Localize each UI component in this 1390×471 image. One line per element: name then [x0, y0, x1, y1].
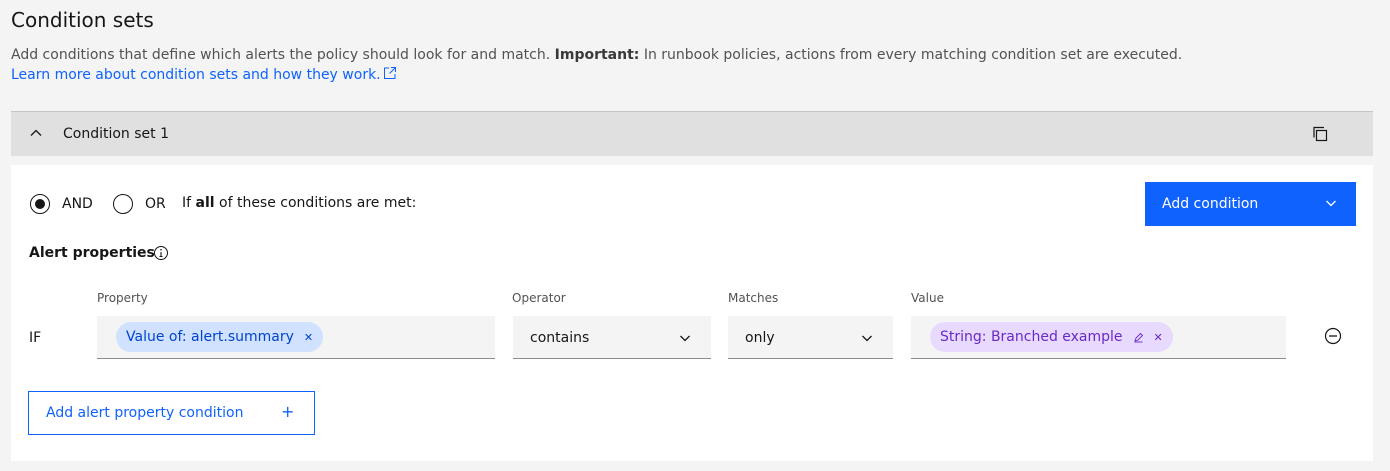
- or-radio-label: OR: [145, 196, 166, 212]
- property-tag: Value of: alert.summary ✕: [116, 322, 324, 352]
- and-radio-circle[interactable]: [30, 194, 50, 214]
- important-label: Important:: [554, 47, 640, 63]
- chevron-down-icon: [862, 335, 872, 342]
- matches-column-label: Matches: [728, 291, 779, 305]
- add-property-label: Add alert property condition: [46, 405, 244, 421]
- if-label: IF: [29, 330, 42, 346]
- or-radio-circle[interactable]: [113, 194, 133, 214]
- value-tag-text: String: Branched example: [940, 329, 1123, 345]
- operator-select[interactable]: contains: [513, 316, 711, 359]
- condition-set-name: Condition set 1: [63, 126, 170, 142]
- chevron-down-icon: [680, 335, 690, 342]
- property-field[interactable]: Value of: alert.summary ✕: [97, 316, 495, 359]
- logic-description: If all of these conditions are met:: [182, 193, 416, 213]
- edit-icon[interactable]: [1133, 332, 1144, 343]
- important-text: In runbook policies, actions from every …: [643, 47, 1183, 63]
- learn-more-text[interactable]: Learn more about condition sets and how …: [11, 67, 381, 83]
- condition-set-header[interactable]: Condition set 1: [11, 111, 1373, 156]
- or-radio[interactable]: OR: [113, 194, 166, 214]
- logic-qualifier: all: [195, 195, 215, 211]
- add-condition-button[interactable]: Add condition: [1145, 182, 1356, 226]
- logic-suffix: of these conditions are met:: [219, 195, 417, 211]
- info-icon[interactable]: [153, 245, 169, 261]
- condition-set-panel: AND OR If all of these conditions are me…: [11, 165, 1373, 461]
- and-radio[interactable]: AND: [30, 194, 93, 214]
- add-alert-property-button[interactable]: Add alert property condition +: [28, 391, 315, 435]
- value-field[interactable]: String: Branched example ✕: [911, 316, 1286, 359]
- chevron-up-icon[interactable]: [29, 126, 43, 140]
- remove-condition-icon[interactable]: [1324, 327, 1342, 345]
- plus-icon: +: [281, 402, 295, 421]
- operator-column-label: Operator: [512, 291, 566, 305]
- matches-select[interactable]: only: [728, 316, 893, 359]
- value-tag: String: Branched example ✕: [930, 322, 1173, 352]
- learn-more-link[interactable]: Learn more about condition sets and how …: [11, 65, 397, 85]
- operator-value: contains: [530, 330, 590, 346]
- close-icon[interactable]: ✕: [304, 331, 313, 344]
- value-column-label: Value: [911, 291, 944, 305]
- copy-icon[interactable]: [1311, 125, 1329, 143]
- page-description: Add conditions that define which alerts …: [11, 45, 1182, 65]
- property-column-label: Property: [97, 291, 148, 305]
- page-title: Condition sets: [11, 8, 154, 32]
- chevron-down-icon: [1326, 200, 1336, 207]
- description-text: Add conditions that define which alerts …: [11, 47, 551, 63]
- external-link-icon: [383, 67, 396, 79]
- matches-value: only: [745, 330, 775, 346]
- add-condition-label: Add condition: [1162, 196, 1259, 212]
- alert-properties-title: Alert properties: [29, 245, 155, 261]
- close-icon[interactable]: ✕: [1154, 331, 1163, 344]
- and-radio-label: AND: [62, 196, 93, 212]
- logic-prefix: If: [182, 195, 192, 211]
- property-tag-text: Value of: alert.summary: [126, 329, 294, 345]
